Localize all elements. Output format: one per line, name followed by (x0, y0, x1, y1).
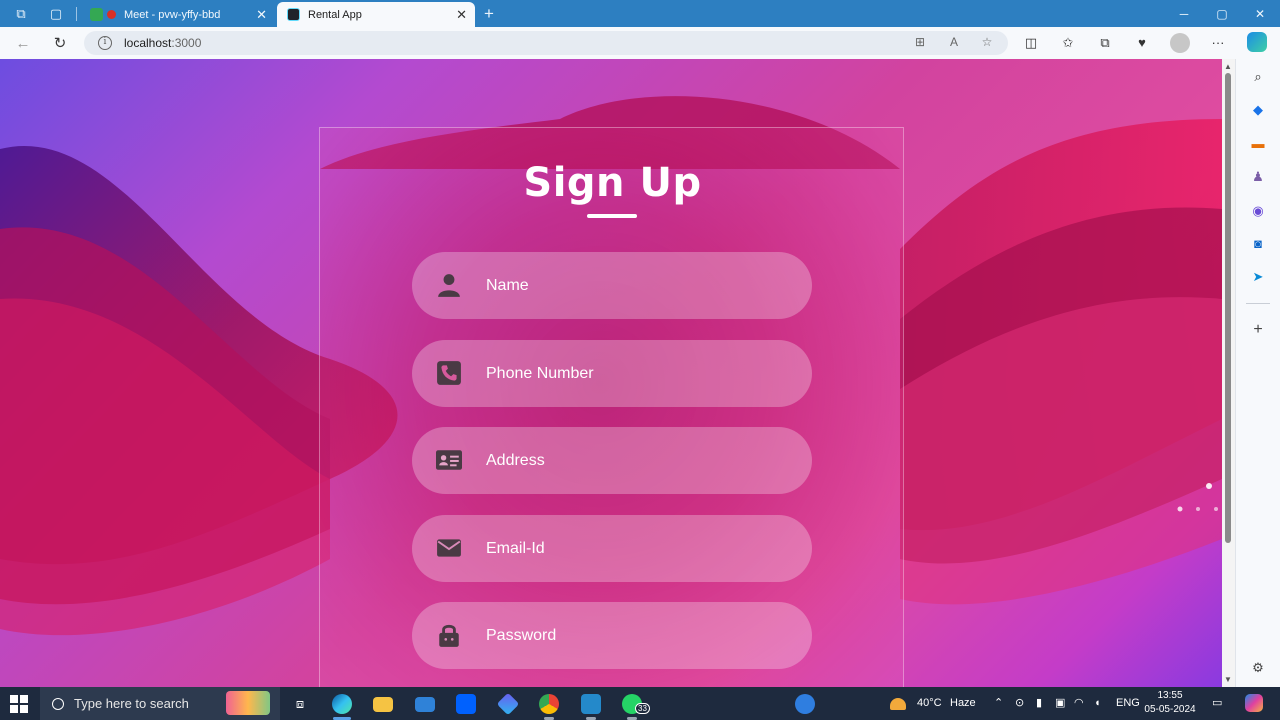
language-indicator[interactable]: ENG (1116, 687, 1140, 720)
signup-card: Sign Up (319, 127, 904, 687)
address-bar[interactable]: i localhost:3000 ⊞ A ☆ (84, 31, 1008, 55)
weather-temp[interactable]: 40°C (917, 687, 942, 720)
phone-field[interactable] (412, 340, 812, 407)
page-scrollbar[interactable]: ▲ ▼ (1222, 59, 1235, 687)
recording-icon (107, 10, 116, 19)
copilot-taskbar-icon[interactable] (1245, 687, 1265, 720)
wifi-icon[interactable]: ◠ (1074, 687, 1084, 720)
search-highlight-icon (226, 691, 270, 715)
address-field[interactable] (412, 427, 812, 494)
title-underline (587, 214, 637, 218)
help-icon[interactable] (788, 691, 822, 717)
tab-rental-app[interactable]: Rental App ✕ (277, 2, 475, 27)
site-info-icon[interactable]: i (98, 36, 112, 50)
taskbar-search-box[interactable]: Type here to search (40, 687, 280, 720)
scrollbar-thumb[interactable] (1225, 73, 1231, 543)
chrome-app-icon[interactable] (532, 691, 566, 720)
whatsapp-app-icon[interactable]: 33 (615, 691, 650, 720)
taskbar-search-placeholder: Type here to search (74, 696, 189, 711)
dropbox-icon[interactable] (449, 691, 483, 717)
microphone-icon[interactable]: ▮ (1036, 687, 1042, 720)
outlook-icon[interactable]: ◙ (1249, 235, 1267, 253)
add-icon[interactable]: + (1249, 321, 1267, 339)
url-text[interactable]: localhost:3000 (124, 36, 201, 50)
copilot-app-icon[interactable] (491, 691, 525, 717)
tools-icon[interactable]: ▬ (1249, 135, 1267, 153)
meet-favicon-icon (90, 8, 103, 21)
split-screen-icon[interactable]: ◫ (1022, 34, 1040, 52)
refresh-icon[interactable]: ↻ (49, 33, 71, 53)
new-tab-button[interactable]: + (478, 4, 500, 24)
close-tab-icon[interactable]: ✕ (456, 7, 467, 23)
favorites-icon[interactable]: ✩ (1059, 34, 1077, 52)
scroll-down-icon[interactable]: ▼ (1224, 675, 1232, 684)
vscode-app-icon[interactable] (574, 691, 608, 720)
lock-icon (436, 622, 462, 648)
browser-toolbar: ← ↻ i localhost:3000 ⊞ A ☆ ◫ ✩ ⧉ ♥ ··· (0, 27, 1280, 59)
copilot-icon[interactable] (1247, 32, 1267, 52)
maximize-icon[interactable]: ▢ (1203, 0, 1241, 27)
meet-now-icon[interactable]: ⊙ (1015, 687, 1024, 720)
favorite-star-icon[interactable]: ☆ (979, 35, 995, 51)
profile-avatar[interactable] (1170, 33, 1190, 53)
more-menu-icon[interactable]: ··· (1209, 34, 1227, 52)
tab-meet[interactable]: Meet - pvw-yffy-bbd ✕ (80, 2, 275, 27)
tab-title: Rental App (308, 8, 362, 21)
password-field[interactable] (412, 602, 812, 669)
person-icon (436, 272, 462, 298)
name-input[interactable] (486, 252, 786, 319)
envelope-icon (436, 535, 462, 561)
settings-gear-icon[interactable]: ⚙ (1249, 659, 1267, 677)
react-favicon-icon (287, 8, 300, 21)
send-icon[interactable]: ➤ (1249, 268, 1267, 286)
volume-icon[interactable]: ◖ (1094, 687, 1101, 720)
mail-app-icon[interactable] (408, 691, 442, 717)
extensions-icon[interactable]: ♥ (1133, 34, 1151, 52)
close-tab-icon[interactable]: ✕ (256, 7, 267, 23)
windows-start-icon[interactable] (10, 695, 28, 713)
clock-date: 05-05-2024 (1144, 704, 1196, 715)
search-icon (52, 697, 64, 710)
email-field[interactable] (412, 515, 812, 582)
games-icon[interactable]: ♟ (1249, 168, 1267, 186)
weather-icon[interactable] (890, 687, 910, 720)
read-aloud-icon[interactable]: A (946, 35, 962, 51)
tab-title: Meet - pvw-yffy-bbd (124, 8, 221, 21)
address-input[interactable] (486, 427, 786, 494)
minimize-icon[interactable]: ─ (1165, 0, 1203, 27)
password-input[interactable] (486, 602, 786, 669)
tab-actions-icon[interactable]: ▢ (45, 4, 67, 24)
app-available-icon[interactable]: ⊞ (912, 35, 928, 51)
task-view-icon[interactable]: ⧈ (283, 691, 317, 717)
phone-input[interactable] (486, 340, 786, 407)
shopping-tag-icon[interactable]: ◆ (1249, 101, 1267, 119)
search-icon[interactable]: ⌕ (1249, 68, 1267, 86)
sidebar-divider (1246, 303, 1270, 304)
file-explorer-icon[interactable] (366, 691, 400, 717)
system-clock[interactable]: 13:55 05-05-2024 (1140, 689, 1200, 717)
camera-icon[interactable]: ▣ (1055, 687, 1065, 720)
edge-app-icon[interactable] (325, 691, 359, 720)
tab-strip: ⧉ ▢ Meet - pvw-yffy-bbd ✕ Rental App ✕ +… (0, 0, 1280, 27)
phone-icon (436, 360, 462, 386)
microsoft-365-icon[interactable]: ◉ (1249, 202, 1267, 220)
clock-time: 13:55 (1157, 690, 1183, 701)
collections-icon[interactable]: ⧉ (1096, 34, 1114, 52)
show-hidden-icons-icon[interactable]: ⌃ (994, 687, 1003, 720)
address-card-icon (436, 447, 462, 473)
edge-sidebar: ⌕ ◆ ▬ ♟ ◉ ◙ ➤ + ⚙ (1235, 59, 1280, 687)
email-input[interactable] (486, 515, 786, 582)
name-field[interactable] (412, 252, 812, 319)
tab-separator (76, 7, 77, 21)
back-icon[interactable]: ← (12, 33, 34, 53)
weather-condition[interactable]: Haze (950, 687, 976, 720)
whatsapp-badge: 33 (635, 703, 650, 714)
close-window-icon[interactable]: ✕ (1241, 0, 1279, 27)
page-viewport: Sign Up (0, 59, 1222, 687)
notifications-icon[interactable]: ▭ (1212, 687, 1222, 720)
scroll-up-icon[interactable]: ▲ (1224, 62, 1232, 71)
windows-taskbar: Type here to search ⧈ 33 40°C Haze ⌃ ⊙ ▮… (0, 687, 1280, 720)
page-title: Sign Up (523, 160, 702, 206)
workspaces-icon[interactable]: ⧉ (10, 4, 32, 24)
